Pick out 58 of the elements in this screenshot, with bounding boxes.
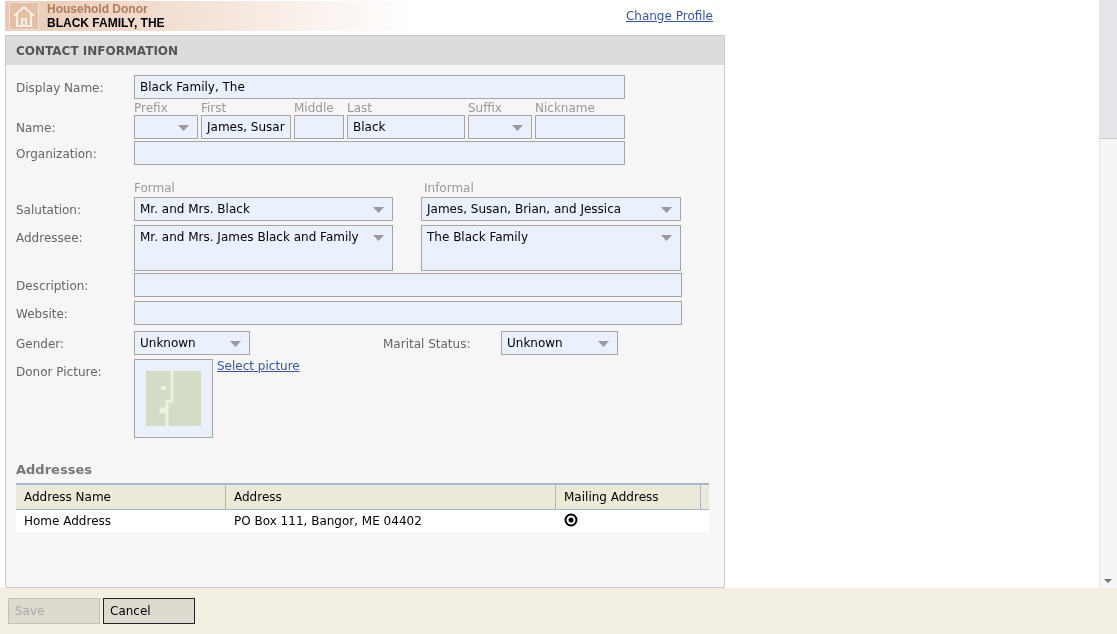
input-field[interactable] [134, 141, 625, 165]
section-title: CONTACT INFORMATION [6, 36, 724, 65]
dropdown[interactable]: Unknown [134, 331, 250, 355]
house-icon [9, 2, 39, 30]
field-label: Addressee: [16, 230, 84, 245]
column-header: Address [226, 485, 556, 509]
field-caption: Last [347, 101, 373, 115]
field-caption: Middle [294, 101, 335, 115]
input-field[interactable]: Black [347, 115, 465, 139]
caret-icon [373, 235, 384, 241]
radio-button[interactable] [564, 512, 578, 527]
field-caption: First [201, 101, 228, 115]
field-caption: Prefix [134, 101, 169, 115]
field-label: Name: [16, 120, 57, 135]
scrollbar[interactable] [1099, 0, 1117, 588]
column-header: Address Name [16, 485, 226, 509]
addresses-heading: Addresses [16, 461, 92, 479]
dropdown[interactable]: Mr. and Mrs. James Black and Family [134, 225, 393, 271]
field-label: Description: [16, 278, 90, 293]
change-profile-link[interactable]: Change Profile [625, 9, 713, 23]
caret-icon [178, 125, 189, 131]
dropdown[interactable]: Mr. and Mrs. Black [134, 197, 393, 221]
dropdown[interactable] [134, 115, 198, 139]
field-label: Salutation: [16, 202, 82, 217]
field-label: Marital Status: [383, 336, 472, 351]
field-label: Donor Picture: [16, 364, 103, 379]
field-label: Display Name: [16, 80, 105, 95]
caret-icon [230, 341, 241, 347]
caret-icon [373, 207, 384, 213]
field-label: Gender: [16, 336, 66, 351]
table-cell-text: Home Address [23, 514, 113, 528]
dropdown[interactable]: The Black Family [421, 225, 681, 271]
caret-icon [512, 125, 523, 131]
field-caption: Suffix [468, 101, 503, 115]
input-field[interactable]: James, Susar [201, 115, 291, 139]
scrollbar-thumb[interactable] [1100, 0, 1117, 139]
field-label: Organization: [16, 146, 98, 161]
dropdown[interactable] [468, 115, 532, 139]
caret-icon [598, 341, 609, 347]
field-caption: Formal [134, 181, 176, 195]
donor-type: Household Donor [47, 2, 149, 16]
caret-icon [661, 207, 672, 213]
select-picture-link[interactable]: Select picture [217, 359, 300, 373]
field-caption: Nickname [535, 101, 596, 115]
field-label: Website: [16, 306, 69, 321]
field-caption: Informal [424, 181, 475, 195]
column-header: Mailing Address [556, 485, 701, 509]
donor-name: BLACK FAMILY, THE [47, 16, 165, 30]
table-cell-text: PO Box 111, Bangor, ME 04402 [233, 514, 423, 528]
dropdown[interactable]: Unknown [501, 331, 618, 355]
input-field[interactable] [535, 115, 625, 139]
dropdown[interactable]: James, Susan, Brian, and Jessica [421, 197, 681, 221]
input-field[interactable] [294, 115, 344, 139]
cancel-button[interactable]: Cancel [103, 598, 195, 624]
input-field[interactable] [134, 273, 682, 297]
caret-icon [661, 235, 672, 241]
input-field[interactable]: Black Family, The [134, 75, 625, 99]
input-field[interactable] [134, 301, 682, 325]
